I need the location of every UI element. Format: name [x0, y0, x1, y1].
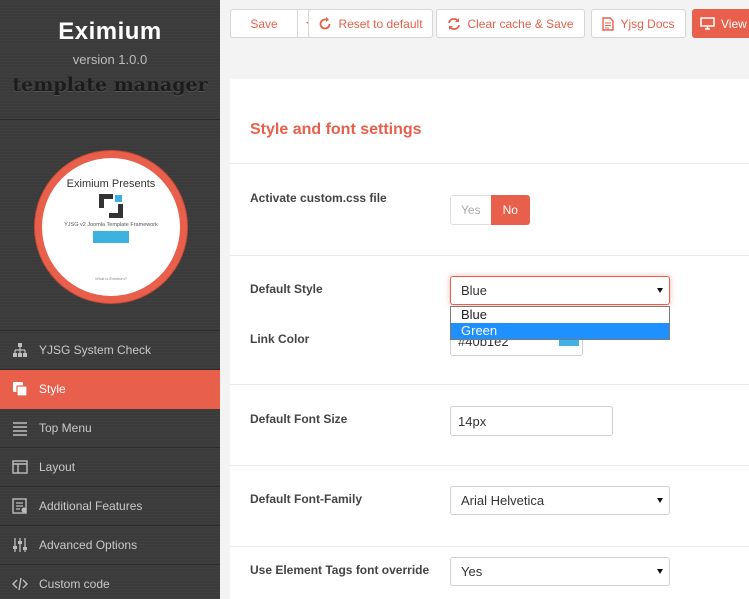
- default-style-label: Default Style: [250, 282, 323, 296]
- dropdown-option-blue[interactable]: Blue: [451, 307, 669, 323]
- template-preview-area: Eximium Presents YJSG v2 Joomla Template…: [0, 120, 220, 331]
- toolbar: Save Reset to default Clear cache & Save…: [220, 0, 749, 48]
- tags-override-value: Yes: [461, 564, 483, 579]
- preview-footer: What is Eximium?: [94, 276, 127, 281]
- clear-cache-save-button[interactable]: Clear cache & Save: [436, 9, 585, 38]
- tags-override-label: Use Element Tags font override: [250, 563, 430, 577]
- features-icon: [12, 498, 27, 514]
- section-title: Style and font settings: [250, 121, 422, 138]
- save-button[interactable]: Save: [230, 9, 298, 38]
- row-divider: [230, 546, 749, 547]
- sliders-icon: [13, 538, 27, 552]
- sync-icon: [448, 17, 461, 30]
- font-family-select[interactable]: Arial Helvetica: [450, 486, 670, 515]
- document-icon: [602, 16, 615, 31]
- sidebar-item-system-check[interactable]: YJSG System Check: [0, 331, 220, 370]
- font-size-label: Default Font Size: [250, 412, 348, 426]
- font-size-input[interactable]: 14px: [450, 406, 613, 436]
- preview-title: Eximium Presents: [66, 178, 156, 190]
- tags-override-select[interactable]: Yes: [450, 557, 670, 586]
- eximium-logo-icon: [99, 194, 123, 218]
- brand-subtitle: template manager: [12, 74, 208, 96]
- chevron-down-icon: [657, 498, 663, 503]
- refresh-icon: [320, 16, 331, 29]
- view-button-label: View: [721, 16, 747, 31]
- sidebar-item-additional-features[interactable]: Additional Features: [0, 487, 220, 526]
- custom-css-yes-option[interactable]: Yes: [450, 195, 491, 225]
- dropdown-option-green[interactable]: Green: [451, 323, 669, 339]
- sidebar-item-custom-code[interactable]: Custom code: [0, 565, 220, 599]
- sidebar-item-label: Custom code: [39, 577, 110, 591]
- font-family-value: Arial Helvetica: [461, 493, 545, 508]
- row-divider: [230, 384, 749, 385]
- custom-css-toggle: Yes No: [450, 195, 530, 225]
- row-divider: [230, 255, 749, 256]
- layout-icon: [12, 460, 28, 474]
- default-style-dropdown: Blue Green: [450, 306, 670, 340]
- sidebar-item-label: Layout: [39, 460, 76, 474]
- default-style-select[interactable]: Blue: [450, 276, 670, 305]
- sidebar-item-label: Advanced Options: [39, 538, 138, 552]
- preview-tagline: YJSG v2 Joomla Template Framework: [64, 222, 158, 228]
- clear-cache-button-label: Clear cache & Save: [467, 16, 574, 31]
- chevron-down-icon: [657, 569, 663, 574]
- sitemap-icon: [13, 343, 27, 357]
- template-preview-thumbnail: Eximium Presents YJSG v2 Joomla Template…: [35, 151, 187, 303]
- preview-topline: [42, 166, 180, 170]
- custom-css-no-option[interactable]: No: [490, 195, 530, 225]
- font-size-value: 14px: [458, 413, 487, 429]
- docs-button-label: Yjsg Docs: [620, 16, 675, 31]
- default-style-value: Blue: [461, 283, 488, 298]
- preview-download-button: [93, 231, 129, 243]
- reset-to-default-button[interactable]: Reset to default: [308, 9, 433, 38]
- link-color-label: Link Color: [250, 332, 310, 346]
- sidebar-item-label: Top Menu: [39, 421, 92, 435]
- sidebar-item-style[interactable]: Style: [0, 370, 220, 409]
- brand-name: Eximium: [58, 18, 162, 45]
- custom-css-label: Activate custom.css file: [250, 191, 387, 205]
- sidebar-item-label: YJSG System Check: [39, 343, 152, 357]
- sidebar-item-layout[interactable]: Layout: [0, 448, 220, 487]
- brand-header: Eximium version 1.0.0 template manager: [0, 0, 220, 120]
- sidebar-item-advanced-options[interactable]: Advanced Options: [0, 526, 220, 565]
- section-divider: [230, 163, 749, 164]
- style-icon: [13, 382, 28, 397]
- chevron-down-icon: [657, 288, 663, 293]
- settings-panel: Style and font settings Activate custom.…: [230, 79, 749, 599]
- sidebar-item-label: Style: [39, 382, 66, 396]
- menu-list-icon: [13, 422, 27, 436]
- code-icon: [12, 577, 28, 591]
- brand-version: version 1.0.0: [72, 52, 148, 67]
- font-family-label: Default Font-Family: [250, 492, 363, 506]
- reset-button-label: Reset to default: [338, 16, 423, 31]
- yjsg-docs-button[interactable]: Yjsg Docs: [591, 9, 686, 38]
- save-button-label: Save: [250, 16, 278, 31]
- template-preview-inner: Eximium Presents YJSG v2 Joomla Template…: [42, 158, 180, 296]
- row-divider: [230, 465, 749, 466]
- sidebar: Eximium version 1.0.0 template manager E…: [0, 0, 220, 599]
- sidebar-item-top-menu[interactable]: Top Menu: [0, 409, 220, 448]
- sidebar-item-label: Additional Features: [39, 499, 143, 513]
- view-site-button[interactable]: View: [692, 9, 749, 38]
- monitor-icon: [700, 17, 715, 30]
